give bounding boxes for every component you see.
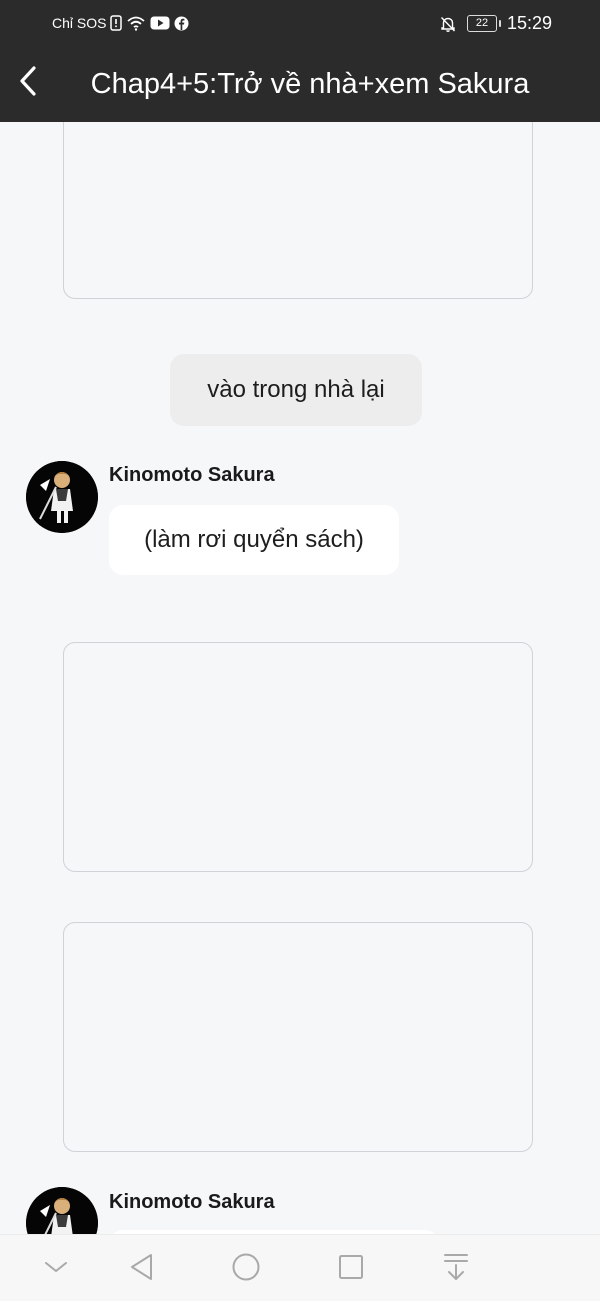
collapse-button[interactable] [38,1251,74,1287]
youtube-icon [150,16,170,30]
image-placeholder-card[interactable] [63,922,533,1152]
facebook-icon [174,16,189,31]
back-chevron-icon [18,65,38,102]
back-button[interactable] [12,65,44,102]
notification-shade-icon [443,1252,469,1287]
avatar[interactable] [26,1187,98,1234]
image-placeholder-card[interactable] [63,642,533,872]
status-time: 15:29 [506,13,552,33]
message-author: Kinomoto Sakura [109,464,275,486]
battery-icon: 22 [466,15,501,32]
avatar[interactable] [26,461,98,533]
page-title: Chap4+5:Trở về nhà+xem Sakura [90,68,530,100]
status-bar-right: 22 15:29 [439,13,552,34]
wifi-icon [126,15,146,31]
narration-bubble: vào trong nhà lại [170,354,422,426]
carrier-label: Chỉ SOS [52,15,107,31]
message-bubble: (làm rơi quyển sách) [109,505,399,575]
home-circle-icon [231,1252,261,1287]
nav-back-button[interactable] [124,1251,160,1287]
sim-alert-icon [110,15,123,31]
recents-square-icon [338,1254,364,1285]
back-triangle-icon [129,1253,155,1286]
collapse-chevron-icon [44,1260,68,1279]
system-navigation-bar [0,1234,600,1301]
nav-recents-button[interactable] [333,1251,369,1287]
notification-shade-button[interactable] [438,1251,474,1287]
nav-home-button[interactable] [228,1251,264,1287]
bell-off-icon [439,15,457,33]
image-placeholder-card[interactable] [63,122,533,299]
message-author: Kinomoto Sakura [109,1191,275,1213]
top-app-bar: Chỉ SOS 22 15:29 Chap4+5:Trở về nhà+xem … [0,0,600,122]
status-bar-left: Chỉ SOS [52,15,189,31]
story-feed[interactable]: vào trong nhà lại Kinomoto Sakura (làm r… [0,122,600,1234]
